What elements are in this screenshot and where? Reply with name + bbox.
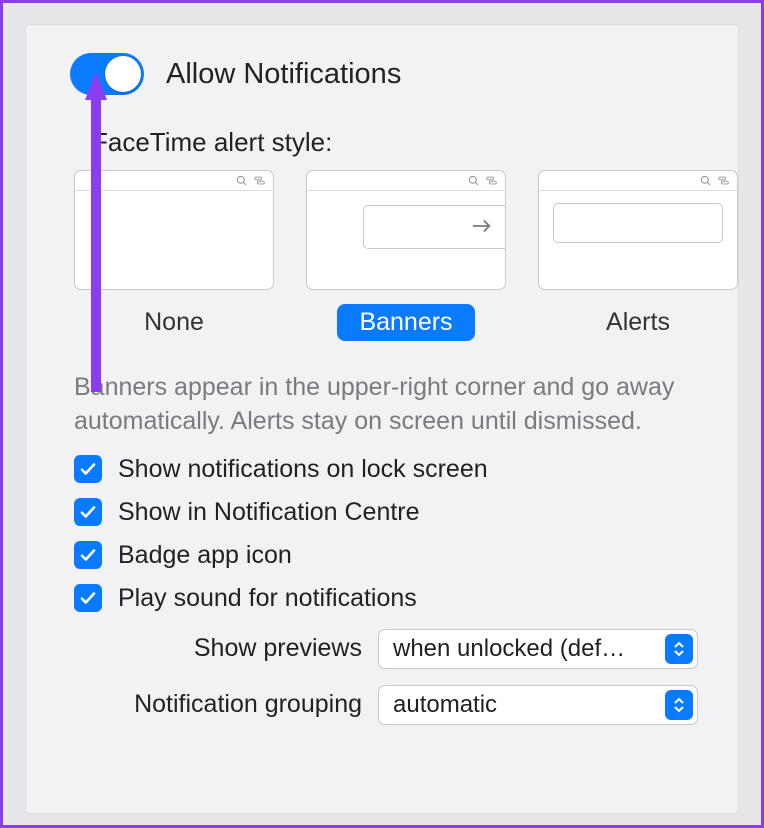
- control-center-icon: [718, 175, 729, 186]
- alert-style-option-banners[interactable]: Banners: [306, 170, 506, 341]
- notif-centre-label: Show in Notification Centre: [118, 498, 420, 527]
- chevron-down-icon: [673, 649, 685, 657]
- control-center-icon: [254, 175, 265, 186]
- search-icon: [700, 175, 711, 186]
- checkbox-row-lock-screen: Show notifications on lock screen: [74, 455, 694, 484]
- alert-style-option-alerts[interactable]: Alerts: [538, 170, 738, 341]
- checkbox-row-badge: Badge app icon: [74, 541, 694, 570]
- allow-notifications-row: Allow Notifications: [70, 53, 698, 95]
- checkmark-icon: [79, 589, 97, 607]
- dropdown-stepper-icon: [665, 690, 693, 720]
- checkmark-icon: [79, 503, 97, 521]
- notification-grouping-value: automatic: [393, 691, 665, 719]
- preview-alert: [553, 203, 723, 243]
- notifications-settings-panel: Allow Notifications FaceTime alert style…: [25, 24, 739, 814]
- checkbox-row-notif-centre: Show in Notification Centre: [74, 498, 694, 527]
- checkmark-icon: [79, 546, 97, 564]
- show-previews-value: when unlocked (def…: [393, 635, 665, 663]
- preview-menubar: [75, 171, 273, 191]
- badge-checkbox[interactable]: [74, 541, 102, 569]
- dropdown-stepper-icon: [665, 634, 693, 664]
- chevron-down-icon: [673, 705, 685, 713]
- chevron-up-icon: [673, 697, 685, 705]
- checkmark-icon: [79, 460, 97, 478]
- alert-style-description: Banners appear in the upper-right corner…: [74, 371, 694, 439]
- lock-screen-label: Show notifications on lock screen: [118, 455, 488, 484]
- show-previews-row: Show previews when unlocked (def…: [70, 629, 698, 669]
- notification-grouping-label: Notification grouping: [134, 690, 362, 719]
- notif-centre-checkbox[interactable]: [74, 498, 102, 526]
- toggle-knob: [105, 56, 141, 92]
- search-icon: [236, 175, 247, 186]
- alert-style-alerts-button[interactable]: Alerts: [584, 304, 692, 341]
- chevron-up-icon: [673, 641, 685, 649]
- notification-grouping-dropdown[interactable]: automatic: [378, 685, 698, 725]
- preview-menubar: [307, 171, 505, 191]
- alert-style-preview-banners: [306, 170, 506, 290]
- alert-style-option-none[interactable]: None: [74, 170, 274, 341]
- alert-style-section-label: FaceTime alert style:: [92, 127, 698, 158]
- preview-menubar: [539, 171, 737, 191]
- arrow-right-icon: [471, 215, 493, 237]
- checkbox-row-sound: Play sound for notifications: [74, 584, 694, 613]
- notification-grouping-row: Notification grouping automatic: [70, 685, 698, 725]
- lock-screen-checkbox[interactable]: [74, 455, 102, 483]
- alert-style-banners-button[interactable]: Banners: [337, 304, 474, 341]
- sound-checkbox[interactable]: [74, 584, 102, 612]
- control-center-icon: [486, 175, 497, 186]
- alert-style-preview-none: [74, 170, 274, 290]
- search-icon: [468, 175, 479, 186]
- show-previews-label: Show previews: [194, 634, 362, 663]
- alert-style-row: None Banners: [74, 170, 694, 341]
- allow-notifications-toggle[interactable]: [70, 53, 144, 95]
- alert-style-none-button[interactable]: None: [122, 304, 226, 341]
- show-previews-dropdown[interactable]: when unlocked (def…: [378, 629, 698, 669]
- allow-notifications-label: Allow Notifications: [166, 58, 401, 91]
- alert-style-preview-alerts: [538, 170, 738, 290]
- sound-label: Play sound for notifications: [118, 584, 417, 613]
- badge-label: Badge app icon: [118, 541, 292, 570]
